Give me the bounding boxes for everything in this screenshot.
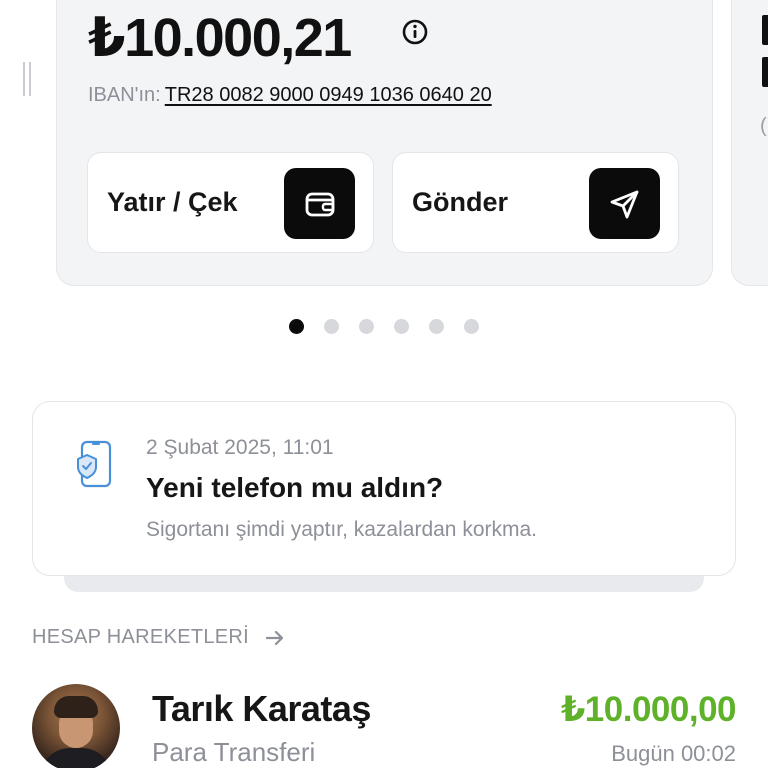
transaction-type: Para Transferi [152, 737, 316, 767]
notification-card[interactable]: 2 Şubat 2025, 11:01 Yeni telefon mu aldı… [32, 401, 736, 576]
next-account-card[interactable]: ( [731, 0, 768, 286]
app-screen: ( ₺10.000,21 IBAN'ın: TR28 0082 9000 0949… [0, 0, 768, 768]
balance-amount: ₺10.000,21 [88, 8, 352, 68]
wallet-icon-box [284, 168, 355, 239]
transactions-header[interactable]: HESAP HAREKETLERİ [32, 626, 285, 649]
carousel-indicator [289, 319, 479, 334]
carousel-dot[interactable] [429, 319, 444, 334]
send-icon-box [589, 168, 660, 239]
next-card-text-fragment [762, 15, 768, 45]
send-label: Gönder [412, 187, 509, 217]
avatar [32, 684, 120, 768]
notification-body: Sigortanı şimdi yaptır, kazalardan korkm… [146, 518, 538, 541]
transactions-title: HESAP HAREKETLERİ [32, 626, 250, 648]
arrow-right-icon [265, 630, 284, 645]
send-icon [610, 190, 638, 218]
carousel-dot-active[interactable] [289, 319, 304, 334]
transaction-counterparty[interactable]: Tarık Karataş [152, 688, 371, 730]
deposit-withdraw-label: Yatır / Çek [107, 187, 238, 217]
carousel-dot[interactable] [324, 319, 339, 334]
transaction-amount: ₺10.000,00 [560, 690, 737, 729]
iban-label: IBAN'ın: [88, 84, 161, 106]
send-button[interactable]: Gönder [392, 152, 679, 253]
deposit-withdraw-button[interactable]: Yatır / Çek [87, 152, 374, 253]
next-card-partial-text: ( [760, 115, 767, 137]
iban-row: IBAN'ın: TR28 0082 9000 0949 1036 0640 20 [88, 84, 492, 107]
carousel-dot[interactable] [394, 319, 409, 334]
phone-shield-icon [77, 440, 112, 488]
wallet-icon [305, 192, 334, 216]
drag-handle[interactable] [23, 62, 31, 96]
transaction-time: Bugün 00:02 [611, 741, 736, 766]
info-icon[interactable] [401, 18, 429, 46]
iban-value[interactable]: TR28 0082 9000 0949 1036 0640 20 [165, 84, 492, 106]
carousel-dot[interactable] [464, 319, 479, 334]
carousel-dot[interactable] [359, 319, 374, 334]
notification-date: 2 Şubat 2025, 11:01 [146, 436, 334, 459]
notification-title: Yeni telefon mu aldın? [146, 472, 444, 503]
next-card-text-fragment [762, 57, 768, 87]
